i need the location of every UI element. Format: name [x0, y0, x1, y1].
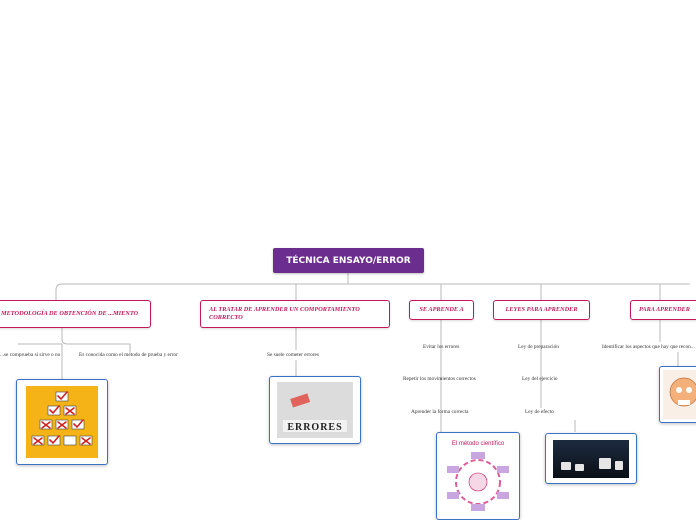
leaf-ley-ejercicio[interactable]: Ley del ejercicio [522, 376, 558, 382]
root-topic[interactable]: TÉCNICA ENSAYO/ERROR [273, 248, 424, 273]
image-errores[interactable]: ERRORES [269, 376, 361, 444]
leaf-cometer-errores[interactable]: Se suele cometer errores [267, 352, 319, 358]
branch-para-aprender[interactable]: PARA APRENDER [630, 300, 696, 320]
errores-word: ERRORES [287, 422, 342, 433]
image-skull[interactable] [659, 366, 696, 423]
image-metodo-cientifico[interactable]: El método científico [436, 432, 520, 520]
image-pieces[interactable] [545, 433, 637, 484]
branch-al-tratar[interactable]: AL TRATAR DE APRENDER UN COMPORTAMIENTO … [200, 300, 390, 328]
leaf-evitar-errores[interactable]: Evitar los errores [423, 344, 459, 350]
skull-illustration [663, 370, 696, 419]
leaf-repetir-movimientos[interactable]: Repetir los movimientos correctos [403, 376, 476, 382]
metodo-title: El método científico [452, 441, 505, 447]
branch-leyes[interactable]: LEYES PARA APRENDER [493, 300, 590, 320]
image-pyramid[interactable] [16, 379, 108, 465]
leaf-ley-preparacion[interactable]: Ley de preparación [518, 344, 559, 350]
leaf-comprueba[interactable]: ...se comprueba si sirve o no [0, 352, 60, 358]
checklist-pyramid-illustration [26, 386, 98, 458]
branch-metodologia[interactable]: METODOLOGÍA DE OBTENCIÓN DE ...MIENTO [0, 300, 151, 328]
scientific-method-illustration: El método científico [441, 436, 515, 516]
eraser-errores-illustration: ERRORES [277, 382, 353, 438]
leaf-identificar-aspectos[interactable]: Identificar los aspectos que hay que rec… [602, 344, 695, 350]
leaf-prueba-error[interactable]: Es conocida como el método de prueba y e… [79, 352, 178, 358]
leaf-ley-efecto[interactable]: Ley de efecto [525, 409, 554, 415]
dark-photo-illustration [553, 439, 629, 478]
branch-se-aprende[interactable]: SE APRENDE A [409, 300, 474, 320]
leaf-forma-correcta[interactable]: Aprender la forma correcta [411, 409, 469, 415]
